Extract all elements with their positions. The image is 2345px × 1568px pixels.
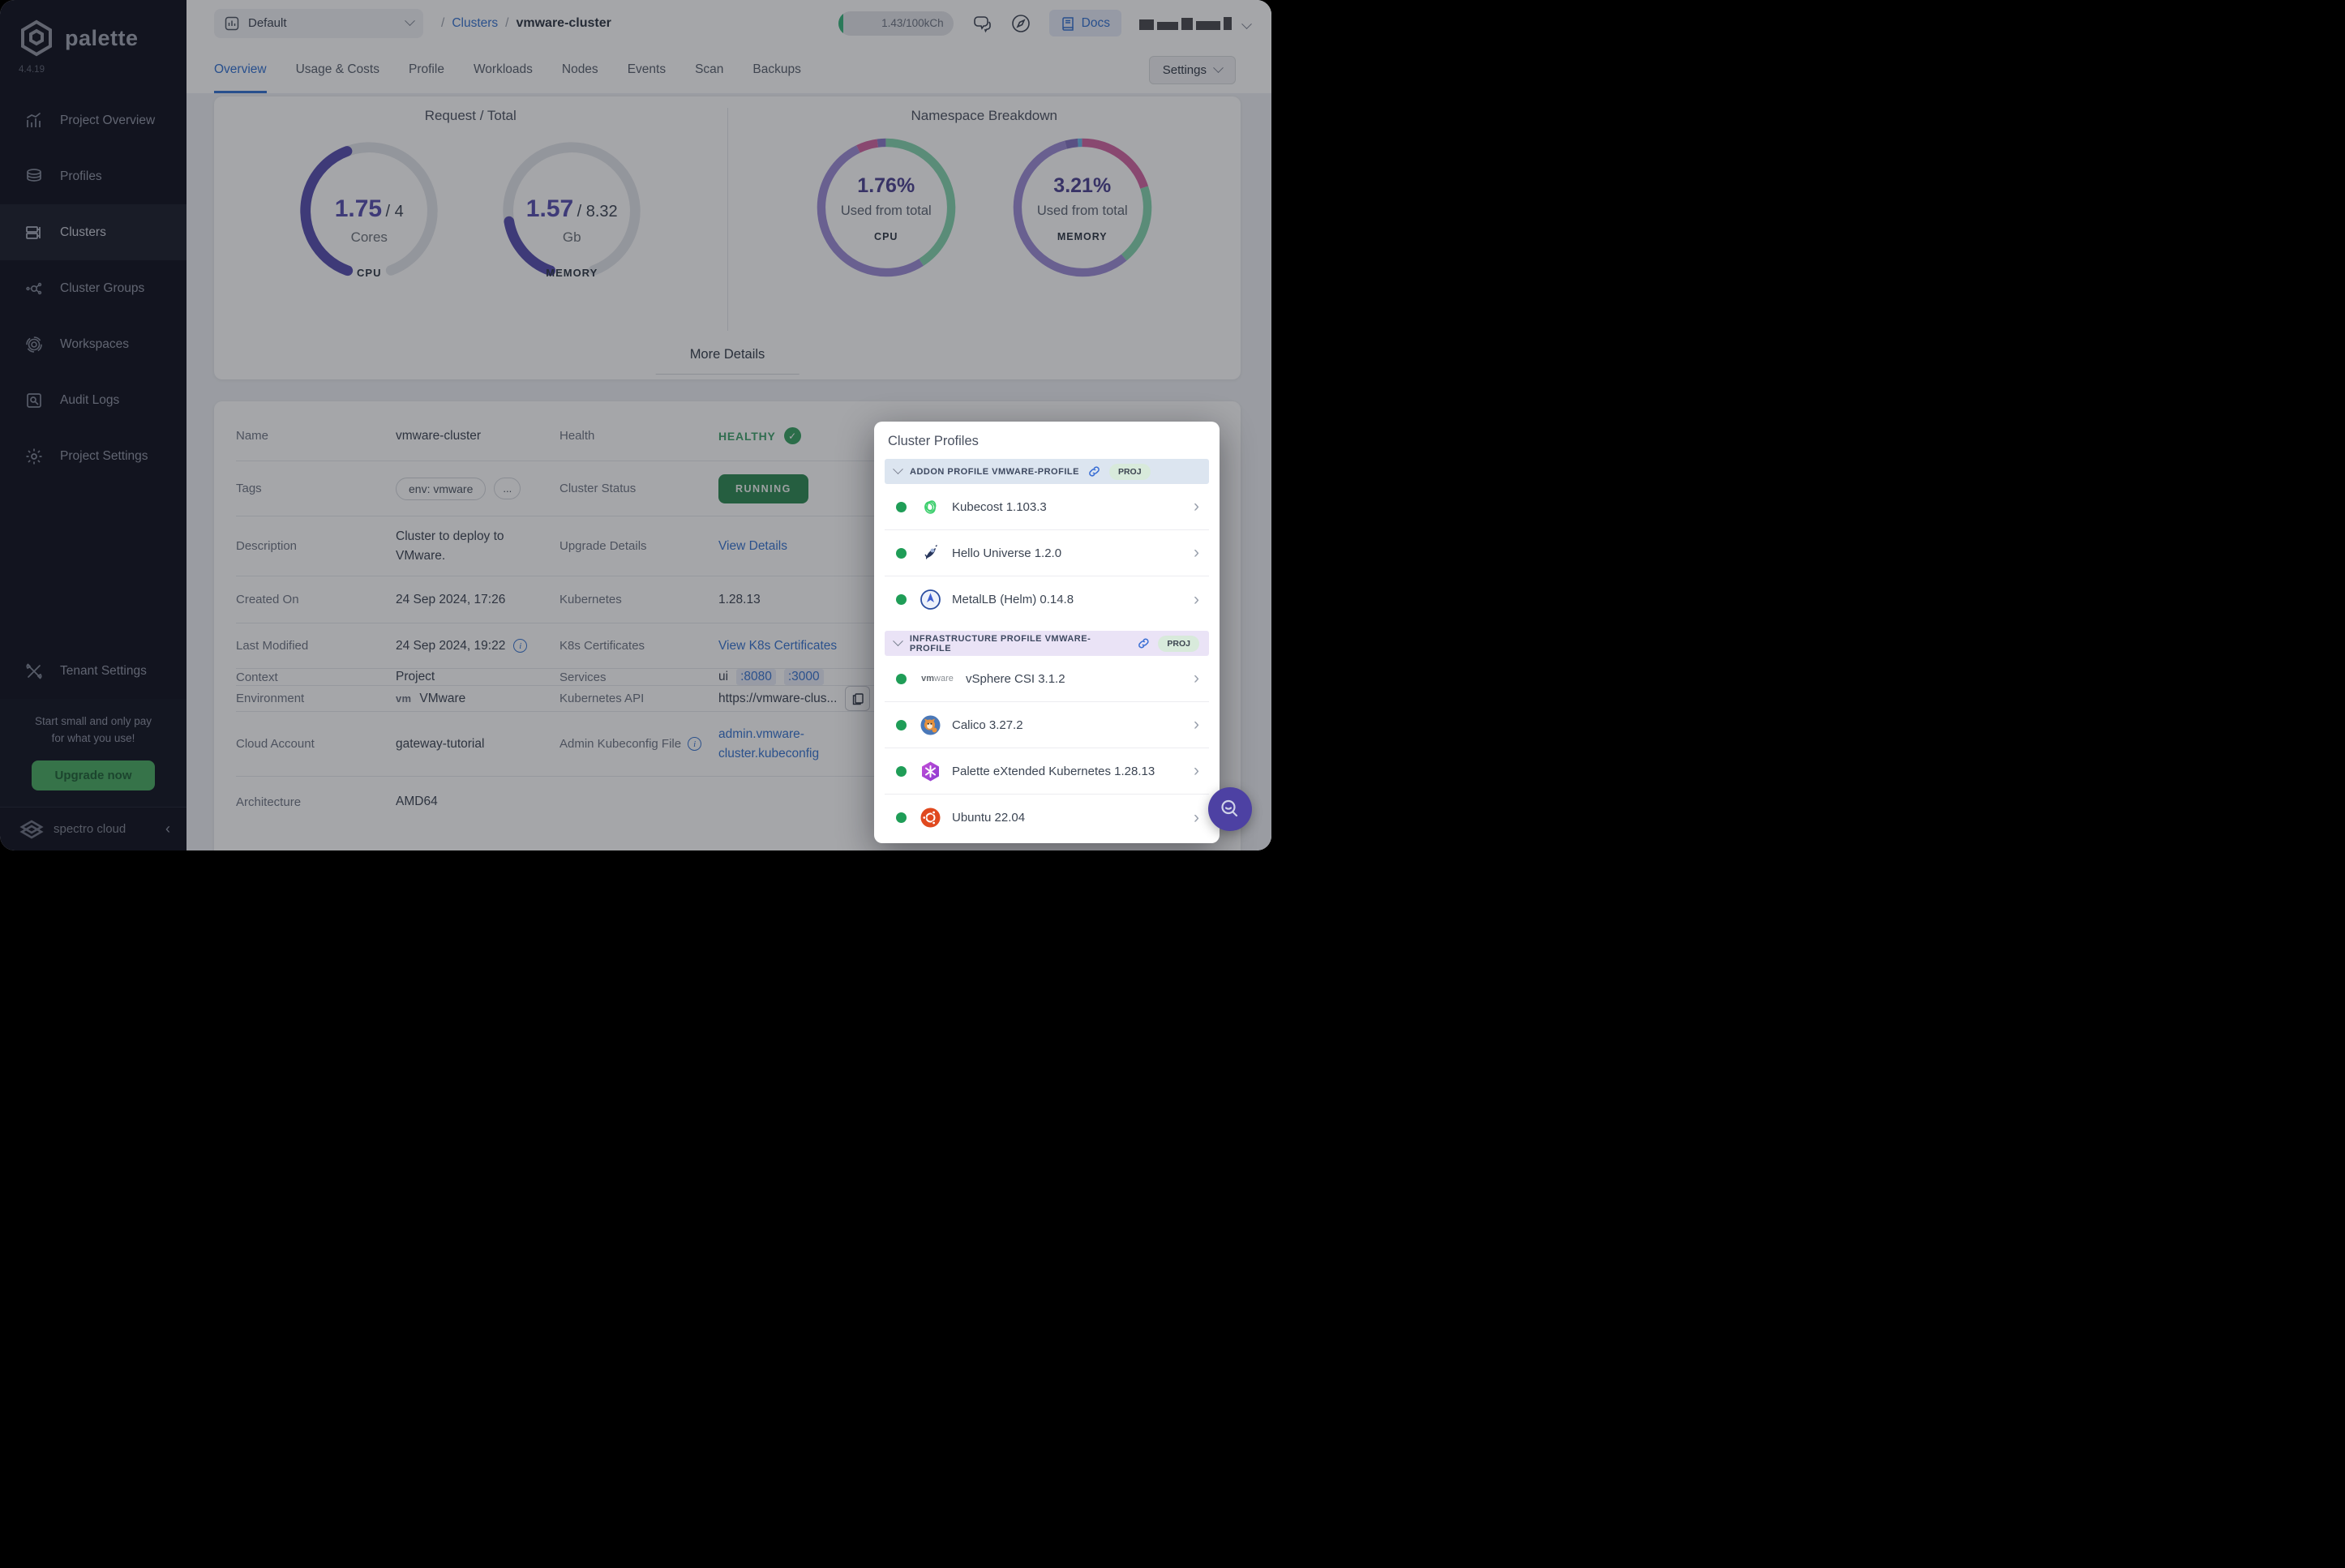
proj-scope-badge: PROJ <box>1109 464 1151 480</box>
addon-profile-rows: Kubecost 1.103.3 › Hello Universe 1.2.0 … <box>885 484 1209 623</box>
status-dot-icon <box>896 674 907 684</box>
profile-row-ubuntu[interactable]: Ubuntu 22.04 › <box>885 795 1209 841</box>
cluster-profiles-popup: Cluster Profiles ADDON PROFILE VMWARE-PR… <box>874 422 1220 843</box>
chevron-right-icon: › <box>1194 761 1199 781</box>
profile-row-metallb[interactable]: MetalLB (Helm) 0.14.8 › <box>885 576 1209 623</box>
chevron-right-icon: › <box>1194 543 1199 563</box>
profile-row-kubecost[interactable]: Kubecost 1.103.3 › <box>885 484 1209 530</box>
status-dot-icon <box>896 766 907 777</box>
kubecost-logo-icon <box>920 496 941 518</box>
calico-logo-icon <box>920 714 941 736</box>
status-dot-icon <box>896 812 907 823</box>
profile-row-hello-universe[interactable]: Hello Universe 1.2.0 › <box>885 530 1209 576</box>
profile-row-palette-extended-kubernetes[interactable]: Palette eXtended Kubernetes 1.28.13 › <box>885 748 1209 795</box>
addon-profile-section-header[interactable]: ADDON PROFILE VMWARE-PROFILE PROJ <box>885 459 1209 484</box>
status-dot-icon <box>896 594 907 605</box>
profile-row-vsphere-csi[interactable]: vmware vSphere CSI 3.1.2 › <box>885 656 1209 702</box>
vmware-logo-icon: vmware <box>920 668 955 690</box>
hello-universe-logo-icon <box>920 542 941 564</box>
chevron-right-icon: › <box>1194 590 1199 610</box>
link-icon <box>1087 465 1101 478</box>
infrastructure-profile-rows: vmware vSphere CSI 3.1.2 › Calico 3.27.2… <box>885 656 1209 841</box>
infrastructure-profile-section-header[interactable]: INFRASTRUCTURE PROFILE VMWARE-PROFILE PR… <box>885 631 1209 656</box>
status-dot-icon <box>896 502 907 512</box>
chevron-down-icon <box>893 464 903 474</box>
link-icon <box>1137 636 1151 650</box>
search-smile-icon <box>1218 797 1242 821</box>
chevron-right-icon: › <box>1194 808 1199 828</box>
chevron-right-icon: › <box>1194 497 1199 516</box>
chevron-right-icon: › <box>1194 715 1199 735</box>
app-window: palette 4.4.19 Project Overview Profiles… <box>0 0 1271 850</box>
status-dot-icon <box>896 720 907 730</box>
metallb-logo-icon <box>920 589 941 610</box>
chevron-right-icon: › <box>1194 669 1199 688</box>
pxk-logo-icon <box>920 760 941 782</box>
proj-scope-badge: PROJ <box>1158 636 1199 652</box>
ubuntu-logo-icon <box>920 807 941 829</box>
chevron-down-icon <box>893 636 903 646</box>
profile-row-calico[interactable]: Calico 3.27.2 › <box>885 702 1209 748</box>
status-dot-icon <box>896 548 907 559</box>
screenshot-stage: palette 4.4.19 Project Overview Profiles… <box>0 0 1271 850</box>
popup-title: Cluster Profiles <box>888 434 1206 449</box>
search-fab-button[interactable] <box>1208 787 1252 831</box>
